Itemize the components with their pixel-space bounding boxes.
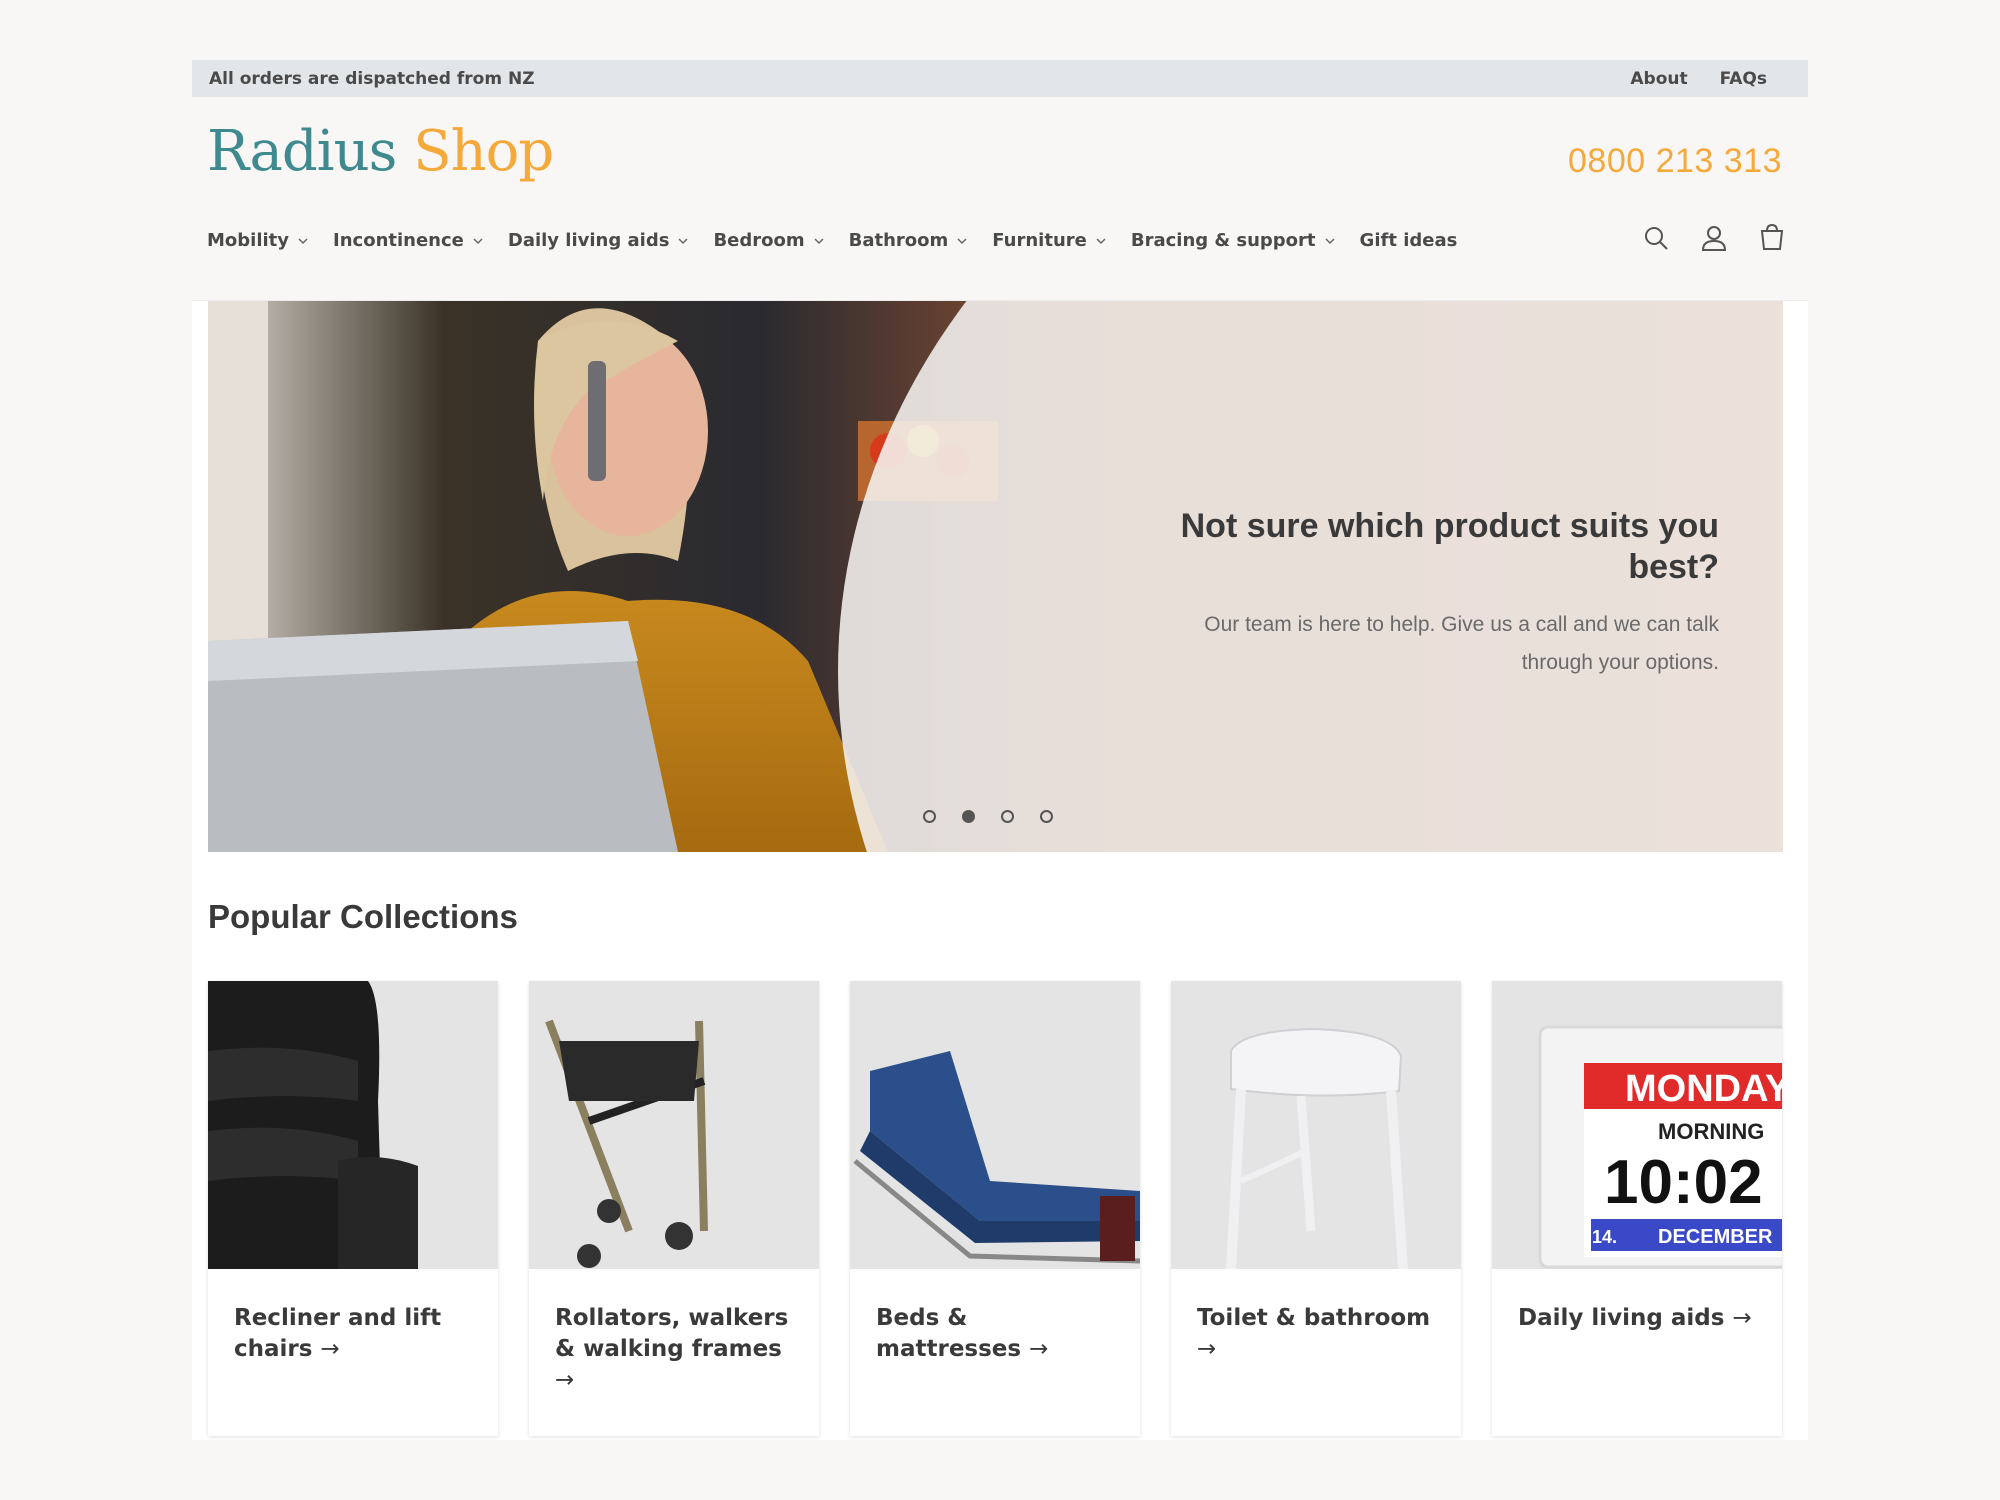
- clock-date: 14.: [1592, 1227, 1617, 1247]
- collections-grid: Recliner and lift chairs → Rollators, wa…: [208, 981, 1782, 1436]
- nav-item-label: Incontinence: [333, 230, 464, 251]
- chevron-down-icon: [957, 237, 967, 244]
- nav-item-label: Mobility: [207, 230, 290, 251]
- nav-item-bedroom[interactable]: Bedroom: [713, 230, 824, 251]
- clock-period: MORNING: [1658, 1119, 1764, 1144]
- chevron-down-icon: [298, 237, 308, 244]
- arrow-right-icon: →: [320, 1336, 340, 1362]
- collection-label: Daily living aids →: [1492, 1269, 1782, 1334]
- account-icon[interactable]: [1700, 223, 1728, 253]
- rollator-image: [529, 981, 819, 1269]
- phone-number[interactable]: 0800 213 313: [1568, 142, 1782, 181]
- arrow-right-icon: →: [555, 1367, 575, 1393]
- clock-time: 10:02: [1604, 1148, 1763, 1217]
- nav-item-incontinence[interactable]: Incontinence: [333, 230, 484, 251]
- nav-item-daily-living-aids[interactable]: Daily living aids: [508, 230, 690, 251]
- hero-banner: Not sure which product suits you best? O…: [208, 301, 1783, 852]
- nav-item-gift-ideas[interactable]: Gift ideas: [1360, 230, 1458, 251]
- collection-image: [850, 981, 1140, 1269]
- hero-subtitle: Our team is here to help. Give us a call…: [1204, 613, 1719, 674]
- slider-dot[interactable]: [1040, 810, 1053, 823]
- collection-card-daily-living-aids[interactable]: MONDAY MORNING 10:02 14. DECEMBER Daily …: [1492, 981, 1782, 1436]
- nav-item-label: Gift ideas: [1359, 230, 1458, 251]
- announcement-links: About FAQs: [1630, 69, 1791, 89]
- logo-part-radius: Radius: [207, 119, 397, 184]
- page: All orders are dispatched from NZ About …: [192, 60, 1808, 1440]
- collection-image: MONDAY MORNING 10:02 14. DECEMBER: [1492, 981, 1782, 1269]
- nav-item-furniture[interactable]: Furniture: [992, 230, 1107, 251]
- collection-label: Recliner and lift chairs →: [208, 1269, 498, 1365]
- slider-dot[interactable]: [1001, 810, 1014, 823]
- header-icons: [1642, 223, 1786, 253]
- chevron-down-icon: [814, 237, 824, 244]
- nav-item-label: Bedroom: [713, 230, 805, 251]
- announcement-bar: All orders are dispatched from NZ About …: [192, 60, 1808, 97]
- collection-label-text: Rollators, walkers & walking frames: [555, 1305, 789, 1362]
- faqs-link[interactable]: FAQs: [1720, 69, 1767, 89]
- collection-label: Rollators, walkers & walking frames →: [529, 1269, 819, 1396]
- logo-part-shop: Shop: [396, 119, 554, 184]
- recliner-chair-image: [208, 981, 498, 1269]
- collection-card-recliner[interactable]: Recliner and lift chairs →: [208, 981, 498, 1436]
- hero-title: Not sure which product suits you best?: [1180, 507, 1719, 586]
- collection-label-text: Daily living aids: [1518, 1305, 1725, 1331]
- collection-card-beds[interactable]: Beds & mattresses →: [850, 981, 1140, 1436]
- nav-item-bracing-support[interactable]: Bracing & support: [1131, 230, 1336, 251]
- collection-card-toilet-bathroom[interactable]: Toilet & bathroom →: [1171, 981, 1461, 1436]
- search-icon[interactable]: [1642, 223, 1670, 253]
- day-clock-image: MONDAY MORNING 10:02 14. DECEMBER: [1492, 981, 1782, 1269]
- slider-dots: [923, 810, 1053, 823]
- collection-label-text: Toilet & bathroom: [1197, 1305, 1431, 1331]
- logo[interactable]: Radius Shop: [207, 119, 554, 184]
- clock-month: DECEMBER: [1658, 1226, 1773, 1248]
- collections-title: Popular Collections: [208, 898, 518, 935]
- bed-mattress-image: [850, 981, 1140, 1269]
- nav-item-label: Daily living aids: [507, 230, 670, 251]
- collection-label: Toilet & bathroom →: [1171, 1269, 1461, 1365]
- collection-image: [1171, 981, 1461, 1269]
- collection-card-rollators[interactable]: Rollators, walkers & walking frames →: [529, 981, 819, 1436]
- nav-item-label: Furniture: [992, 230, 1087, 251]
- nav-item-mobility[interactable]: Mobility: [207, 230, 309, 251]
- chevron-down-icon: [678, 237, 688, 244]
- arrow-right-icon: →: [1732, 1305, 1752, 1331]
- nav-item-bathroom[interactable]: Bathroom: [849, 230, 969, 251]
- chevron-down-icon: [1325, 237, 1335, 244]
- main-nav: Mobility Incontinence Daily living aids …: [207, 230, 1457, 251]
- site-header: Radius Shop 0800 213 313 Mobility Incont…: [192, 97, 1808, 301]
- cart-icon[interactable]: [1758, 223, 1786, 253]
- announcement-text: All orders are dispatched from NZ: [209, 68, 535, 89]
- slider-dot-active[interactable]: [962, 810, 975, 823]
- nav-item-label: Bracing & support: [1130, 230, 1316, 251]
- clock-day: MONDAY: [1625, 1068, 1782, 1110]
- collection-image: [208, 981, 498, 1269]
- nav-item-label: Bathroom: [848, 230, 949, 251]
- arrow-right-icon: →: [1197, 1336, 1217, 1362]
- collection-label-text: Beds & mattresses: [876, 1305, 1022, 1362]
- chevron-down-icon: [473, 237, 483, 244]
- chevron-down-icon: [1096, 237, 1106, 244]
- slider-dot[interactable]: [923, 810, 936, 823]
- collection-label: Beds & mattresses →: [850, 1269, 1140, 1365]
- collection-image: [529, 981, 819, 1269]
- shower-stool-image: [1171, 981, 1461, 1269]
- about-link[interactable]: About: [1630, 69, 1687, 89]
- arrow-right-icon: →: [1029, 1336, 1049, 1362]
